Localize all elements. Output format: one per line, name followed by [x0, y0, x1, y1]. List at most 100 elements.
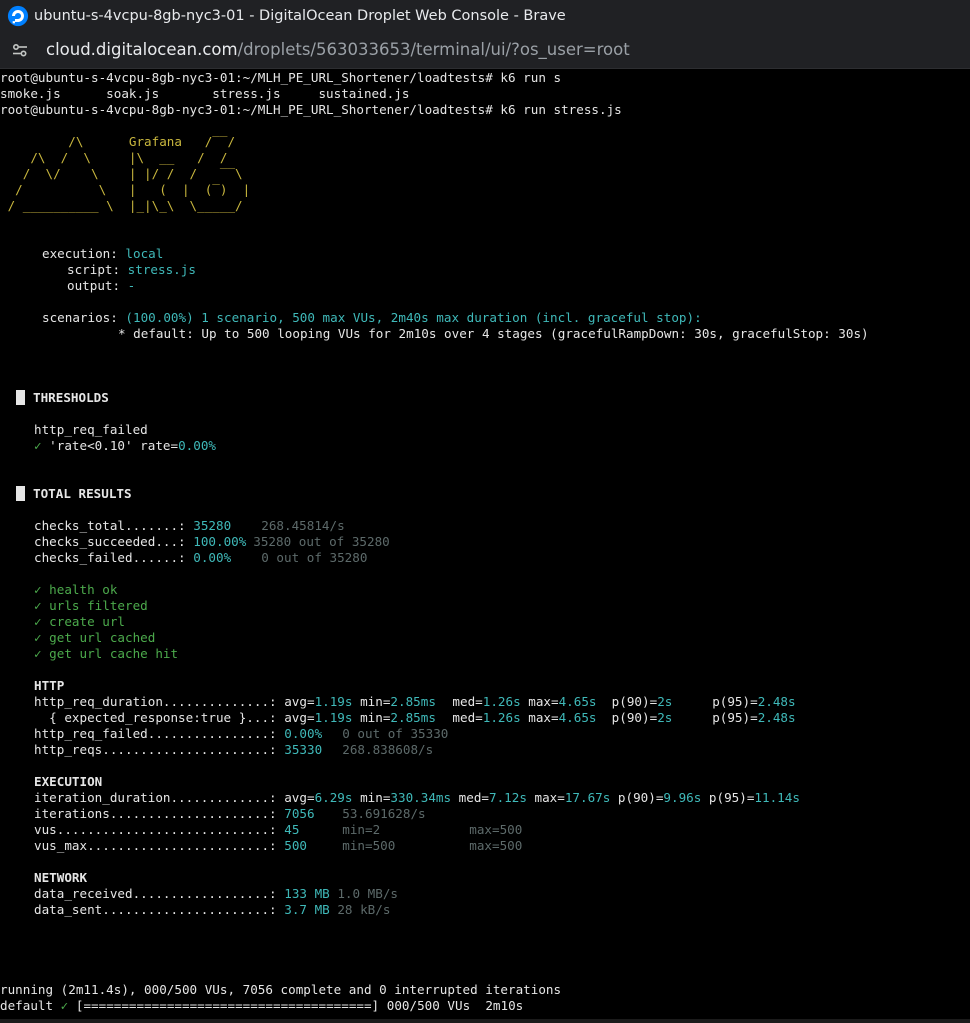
- total-results-heading-line: TOTAL RESULTS: [0, 486, 132, 502]
- stat-min: 2.85ms: [390, 694, 436, 709]
- k6-logo-line: /\ Grafana /‾‾/: [0, 134, 251, 149]
- address-bar[interactable]: cloud.digitalocean.com/droplets/56303365…: [0, 31, 970, 69]
- command: k6 run stress.js: [492, 102, 622, 117]
- output-line: output: -: [67, 278, 135, 294]
- scenario-detail: * default: Up to 500 looping VUs for 2m1…: [118, 326, 869, 341]
- threshold-rate: 0.00%: [178, 438, 216, 453]
- metric-value: 0.00%: [193, 550, 232, 565]
- execution-value: local: [125, 246, 164, 261]
- site-settings-icon[interactable]: [11, 41, 29, 59]
- data-sent-line: data_sent......................: 3.7 MB …: [34, 902, 390, 918]
- stat-p95: 2.48s: [757, 694, 796, 709]
- stat-p90: 2s: [657, 694, 673, 709]
- command-line-2: root@ubuntu-s-4vcpu-8gb-nyc3-01:~/MLH_PE…: [0, 102, 622, 118]
- stat-p90: 9.96s: [663, 790, 702, 805]
- check-item: ✓ get url cached: [34, 630, 156, 645]
- metric-value: 35280: [193, 518, 232, 533]
- check-item: ✓ urls filtered: [34, 598, 148, 613]
- execution-heading: EXECUTION: [34, 774, 103, 789]
- section-marker: [16, 390, 25, 405]
- scenario-name: default: [0, 998, 54, 1013]
- section-heading: TOTAL RESULTS: [33, 486, 132, 501]
- metric-extra: 28 kB/s: [337, 902, 391, 917]
- script-line: script: stress.js: [67, 262, 196, 278]
- threshold-rule: ✓ 'rate<0.10' rate=0.00%: [34, 438, 216, 454]
- http-heading: HTTP: [34, 678, 65, 693]
- stat-p90: 2s: [657, 710, 673, 725]
- metric-value: 100.00%: [193, 534, 247, 549]
- output-label: output:: [67, 278, 121, 293]
- execution-label: execution:: [42, 246, 118, 261]
- metric-min: min=2: [342, 822, 381, 837]
- scenarios-value: (100.00%) 1 scenario, 500 max VUs, 2m40s…: [125, 310, 702, 325]
- url-text[interactable]: cloud.digitalocean.com/droplets/56303365…: [46, 40, 630, 59]
- stat-avg: 1.19s: [314, 710, 353, 725]
- metric-extra: 1.0 MB/s: [337, 886, 398, 901]
- run-status-line: running (2m11.4s), 000/500 VUs, 7056 com…: [0, 982, 562, 997]
- execution-line: execution: local: [42, 246, 163, 262]
- metric-value: 45: [284, 822, 300, 837]
- url-path: /droplets/563033653/terminal/ui/?os_user…: [237, 40, 630, 59]
- progress-vus: 000/500 VUs: [386, 998, 471, 1013]
- metric-label: checks_succeeded...:: [34, 534, 186, 549]
- progress-line: default ✓ [=============================…: [0, 998, 523, 1014]
- k6-logo-line: / \ | ( | (‾) |: [0, 182, 251, 197]
- checks-succeeded-line: checks_succeeded...: 100.00% 35280 out of…: [34, 534, 390, 550]
- thresholds-heading-line: THRESHOLDS: [0, 390, 109, 406]
- tab-completions: smoke.js soak.js stress.js sustained.js: [0, 86, 410, 101]
- metric-label: vus............................:: [34, 822, 277, 837]
- progress-bar: [======================================]: [75, 998, 380, 1013]
- stat-max: 4.65s: [558, 710, 597, 725]
- metric-value: 133 MB: [284, 886, 330, 901]
- metric-max: max=500: [469, 838, 523, 853]
- data-received-line: data_received..................: 133 MB …: [34, 886, 398, 902]
- checks-total-line: checks_total.......: 35280 268.45814/s: [34, 518, 345, 534]
- stat-min: 2.85ms: [390, 710, 436, 725]
- output-value: -: [127, 278, 136, 293]
- threshold-rule-text: 'rate<0.10' rate=: [41, 438, 179, 453]
- scenarios-line: scenarios: (100.00%) 1 scenario, 500 max…: [42, 310, 702, 326]
- command: k6 run s: [492, 70, 562, 85]
- window-bottom-edge: [0, 1019, 970, 1023]
- metric-label: vus_max........................:: [34, 838, 277, 853]
- metric-min: min=500: [342, 838, 396, 853]
- stat-med: 1.26s: [482, 694, 521, 709]
- metric-extra: 53.691628/s: [342, 806, 426, 821]
- stat-avg: 6.29s: [314, 790, 353, 805]
- terminal[interactable]: root@ubuntu-s-4vcpu-8gb-nyc3-01:~/MLH_PE…: [0, 69, 970, 1019]
- iteration-duration-line: iteration_duration.............: avg=6.2…: [34, 790, 800, 805]
- check-item: ✓ create url: [34, 614, 125, 629]
- script-label: script:: [67, 262, 121, 277]
- metric-value: 7056: [284, 806, 315, 821]
- check-mark-icon: ✓: [34, 438, 42, 453]
- threshold-metric: http_req_failed: [34, 422, 148, 437]
- prompt: root@ubuntu-s-4vcpu-8gb-nyc3-01:~/MLH_PE…: [0, 102, 493, 117]
- metric-label: checks_total.......:: [34, 518, 186, 533]
- iterations-line: iterations.....................: 7056 53.…: [34, 806, 426, 822]
- stat-p95: 2.48s: [757, 710, 796, 725]
- http-req-failed-line: http_req_failed................: 0.00% 0 …: [34, 726, 448, 742]
- vus-max-line: vus_max........................: 500 min=…: [34, 838, 522, 854]
- metric-extra: 268.838608/s: [342, 742, 434, 757]
- http-req-duration-line: http_req_duration..............: avg=1.1…: [34, 694, 796, 709]
- stat-med: 7.12s: [489, 790, 527, 805]
- metric-extra: 268.45814/s: [261, 518, 345, 533]
- metric-label: iteration_duration.............:: [34, 790, 277, 805]
- network-heading: NETWORK: [34, 870, 88, 885]
- metric-max: max=500: [469, 822, 523, 837]
- stat-avg: 1.19s: [314, 694, 353, 709]
- vus-line: vus............................: 45 min=2…: [34, 822, 522, 838]
- scenarios-label: scenarios:: [42, 310, 118, 325]
- metric-label: data_received..................:: [34, 886, 277, 901]
- k6-logo-line: /\ / \ |\ __ / /: [0, 150, 251, 165]
- metric-label: data_sent......................:: [34, 902, 277, 917]
- expected-response-line: { expected_response:true }...: avg=1.19s…: [34, 710, 796, 725]
- metric-value: 3.7 MB: [284, 902, 330, 917]
- metric-value: 500: [284, 838, 307, 853]
- metric-label: http_req_duration..............:: [34, 694, 277, 709]
- stat-min: 330.34ms: [390, 790, 452, 805]
- script-value: stress.js: [127, 262, 196, 277]
- stat-max: 4.65s: [558, 694, 597, 709]
- metric-extra: 0 out of 35330: [342, 726, 449, 741]
- section-marker: [16, 486, 25, 501]
